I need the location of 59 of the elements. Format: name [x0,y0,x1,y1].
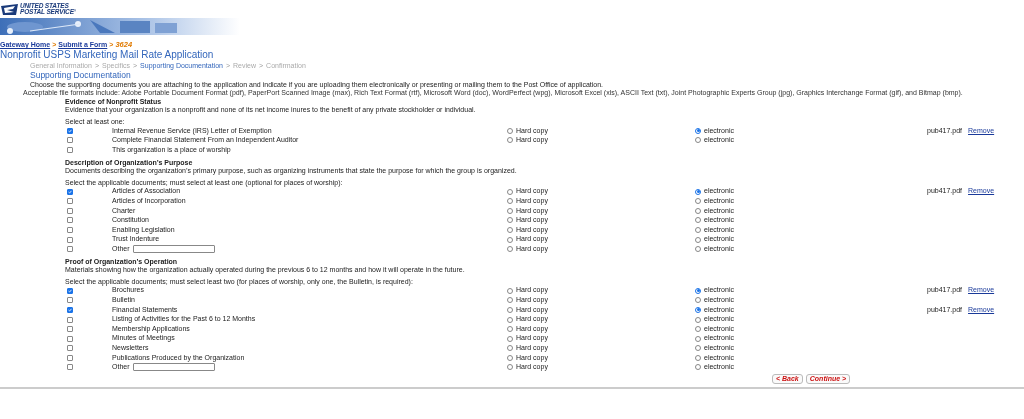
radio-button[interactable] [507,354,513,361]
radio-button[interactable] [695,364,701,371]
radio-button[interactable] [695,345,701,352]
radio-button[interactable] [695,137,701,144]
radio-button[interactable] [507,364,513,371]
checkbox[interactable] [67,147,73,153]
radio-button[interactable] [695,207,701,214]
other-input-field[interactable] [132,363,215,372]
radio-button[interactable] [507,137,513,144]
checkbox[interactable] [67,354,73,361]
checkbox[interactable] [67,207,73,214]
radio-button[interactable] [695,236,701,243]
radio-button[interactable] [507,236,513,243]
checkbox[interactable] [67,198,73,205]
checkbox[interactable] [67,316,73,323]
radio-button[interactable] [507,287,513,294]
radio-button[interactable] [695,306,701,313]
checkbox[interactable] [67,226,73,233]
checkbox[interactable] [67,335,73,342]
checkbox[interactable] [67,345,73,352]
radio-button[interactable] [695,354,701,361]
radio-button[interactable] [695,217,701,224]
radio-button[interactable] [507,316,513,323]
radio-button[interactable] [507,326,513,333]
radio-button[interactable] [507,297,513,304]
radio-button[interactable] [507,188,513,195]
checkbox[interactable] [67,137,73,144]
radio-button[interactable] [507,198,513,205]
radio-button[interactable] [695,287,701,294]
other-input-field[interactable] [132,245,215,254]
radio-button[interactable] [695,326,701,333]
radio-button[interactable] [507,127,513,134]
checkbox[interactable] [67,306,73,313]
radio-button[interactable] [507,246,513,253]
radio-button[interactable] [507,226,513,233]
radio-button[interactable] [507,207,513,214]
section-title: Supporting Documentation [29,70,132,80]
radio-button[interactable] [695,127,701,134]
radio-button[interactable] [695,316,701,323]
radio-button[interactable] [507,306,513,313]
radio-button[interactable] [695,226,701,233]
radio-button[interactable] [695,246,701,253]
radio-button[interactable] [695,297,701,304]
radio-button[interactable] [507,217,513,224]
checkbox[interactable] [67,127,73,134]
checkbox[interactable] [67,297,73,304]
radio-button[interactable] [695,335,701,342]
radio-button[interactable] [695,198,701,205]
checkbox[interactable] [67,246,73,253]
radio-button[interactable] [695,188,701,195]
page-title: Nonprofit USPS Marketing Mail Rate Application [0,49,215,61]
checkbox[interactable] [67,326,73,333]
checkbox[interactable] [67,364,73,371]
checkbox[interactable] [67,217,73,224]
radio-button[interactable] [507,345,513,352]
checkbox[interactable] [67,236,73,243]
radio-button[interactable] [507,335,513,342]
checkbox[interactable] [67,287,73,294]
checkbox[interactable] [67,188,73,195]
